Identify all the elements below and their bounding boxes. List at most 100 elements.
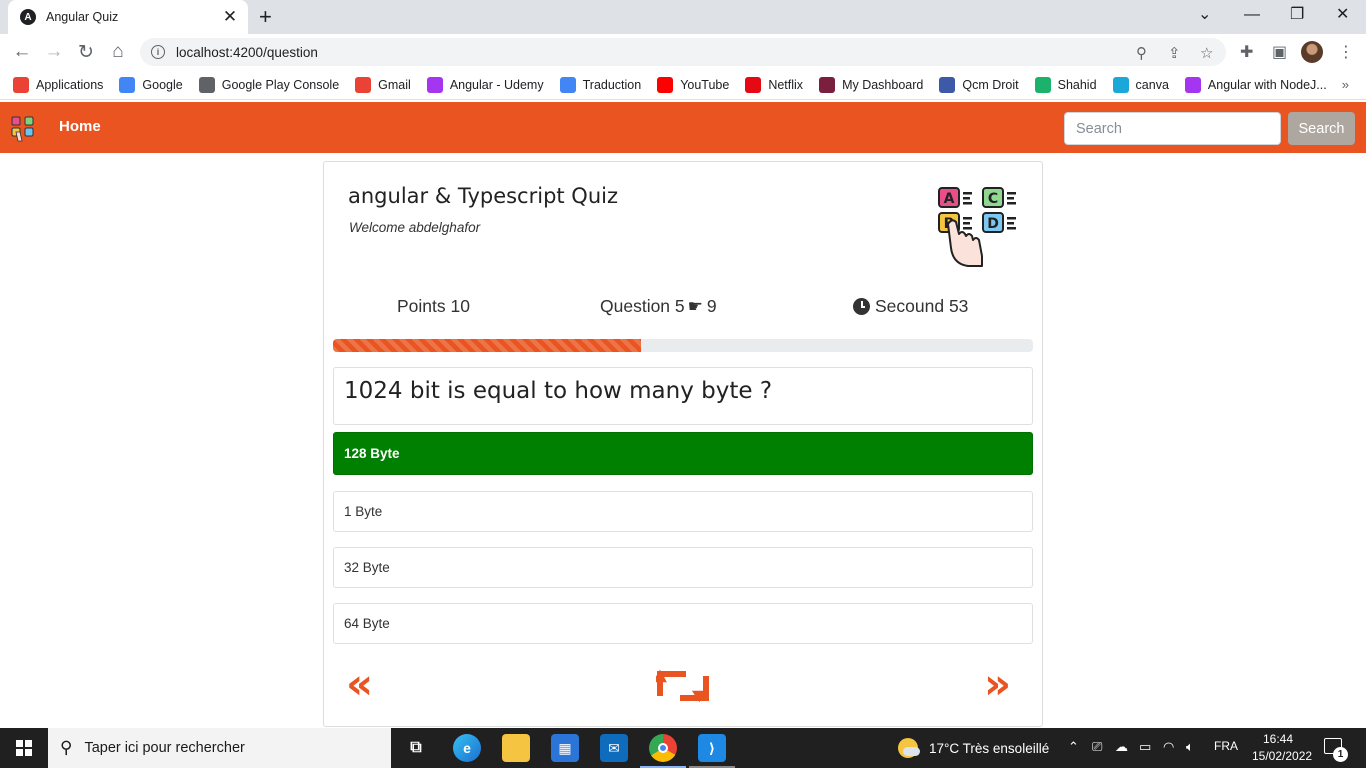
bookmark-label: Netflix <box>768 77 804 92</box>
forms-icon <box>939 76 956 93</box>
answer-option-3[interactable]: 32 Byte <box>333 547 1033 588</box>
bookmark-item[interactable]: canva <box>1112 76 1169 93</box>
meet-icon[interactable]: ⎚ <box>1092 739 1102 755</box>
clock-date: 15/02/2022 <box>1252 749 1313 763</box>
bookmark-label: canva <box>1135 77 1169 92</box>
forward-arrow-icon[interactable]: → <box>42 40 66 64</box>
language-indicator[interactable]: FRA <box>1214 739 1238 753</box>
minimize-button[interactable]: — <box>1244 5 1260 25</box>
restore-button[interactable]: ❐ <box>1290 5 1304 25</box>
browser-tab[interactable]: A Angular Quiz ✕ <box>8 0 248 34</box>
browser-tab-strip: A Angular Quiz ✕ + ⌄ — ❐ ✕ <box>0 0 1366 34</box>
bookmark-item[interactable]: Gmail <box>355 76 411 93</box>
taskbar-search-icon: ⚲ <box>60 738 73 757</box>
tab-search-chevron-icon[interactable]: ⌄ <box>1198 5 1211 25</box>
share-icon[interactable]: ⇪ <box>1168 44 1181 62</box>
question-text: 1024 bit is equal to how many byte ? <box>344 378 773 404</box>
points-counter: Points 10 <box>397 296 470 316</box>
bookmark-label: Google Play Console <box>221 77 340 92</box>
abcd-quiz-hand-icon: A C B D <box>938 187 1016 267</box>
bookmark-item[interactable]: Qcm Droit <box>939 76 1019 93</box>
windows-start-icon[interactable] <box>0 728 48 768</box>
search-button[interactable]: Search <box>1288 112 1355 145</box>
question-box: 1024 bit is equal to how many byte ? <box>333 367 1033 425</box>
wifi-icon[interactable]: ◠ <box>1163 739 1174 755</box>
previous-question-icon[interactable]: « <box>346 663 373 705</box>
bookmark-item[interactable]: Applications <box>13 76 104 93</box>
side-panel-icon[interactable]: ▣ <box>1272 42 1287 62</box>
bookmarks-bar: Applications Google Google Play Console Gma… <box>0 70 1366 100</box>
weather-widget[interactable]: 17°C Très ensoleillé <box>898 738 1049 758</box>
bookmark-label: Angular - Udemy <box>449 77 544 92</box>
volume-icon[interactable]: 🔈︎ <box>1186 739 1194 755</box>
clock-icon <box>853 298 870 315</box>
onedrive-cloud-icon[interactable]: ☁ <box>1115 739 1128 755</box>
site-info-icon[interactable]: i <box>151 45 165 59</box>
edge-icon[interactable]: e <box>453 734 481 762</box>
bookmark-item[interactable]: Google <box>119 76 183 93</box>
notification-count-badge: 1 <box>1333 747 1348 762</box>
timer-label: Secound 53 <box>875 296 969 316</box>
chrome-icon[interactable] <box>649 734 677 762</box>
file-explorer-icon[interactable] <box>502 734 530 762</box>
quiz-logo-icon[interactable] <box>10 114 38 142</box>
apps-grid-icon <box>13 76 29 93</box>
tray-chevron-icon[interactable]: ⌃ <box>1068 739 1079 755</box>
bookmark-item[interactable]: Angular with NodeJ... <box>1184 76 1327 93</box>
question-total: 9 <box>706 296 717 316</box>
bookmark-label: Google <box>142 77 183 92</box>
bookmark-label: My Dashboard <box>842 77 924 92</box>
nav-home-link[interactable]: Home <box>59 118 101 135</box>
store-icon[interactable]: ▦ <box>551 734 579 762</box>
google-icon <box>119 76 136 93</box>
mail-icon[interactable]: ✉ <box>600 734 628 762</box>
bookmarks-overflow-icon[interactable]: » <box>1342 77 1349 92</box>
bookmark-item[interactable]: Traduction <box>559 76 641 93</box>
bookmark-label: Applications <box>36 77 104 92</box>
bookmark-item[interactable]: Google Play Console <box>198 76 340 93</box>
tab-close-icon[interactable]: ✕ <box>222 7 238 27</box>
clock-time: 16:44 <box>1262 732 1294 746</box>
bookmark-label: Qcm Droit <box>962 77 1019 92</box>
answer-option-4[interactable]: 64 Byte <box>333 603 1033 644</box>
bookmark-label: YouTube <box>680 77 730 92</box>
bookmark-item[interactable]: YouTube <box>657 76 730 93</box>
bookmark-item[interactable]: Shahid <box>1034 76 1097 93</box>
close-window-button[interactable]: ✕ <box>1336 5 1349 25</box>
answer-option-2[interactable]: 1 Byte <box>333 491 1033 532</box>
system-clock[interactable]: 16:44 15/02/2022 <box>1252 731 1313 765</box>
bookmark-item[interactable]: Angular - Udemy <box>426 76 544 93</box>
vscode-icon[interactable]: ⟩ <box>698 734 726 762</box>
translate-icon <box>559 76 576 93</box>
back-arrow-icon[interactable]: ← <box>10 40 34 64</box>
reload-icon[interactable]: ↻ <box>74 40 98 64</box>
gmail-icon <box>355 76 372 93</box>
extensions-icon[interactable]: ✚ <box>1240 42 1253 62</box>
svg-text:A: A <box>944 191 955 207</box>
bookmark-item[interactable]: Netflix <box>745 76 804 93</box>
battery-icon[interactable]: ▭ <box>1139 739 1151 755</box>
bookmark-item[interactable]: My Dashboard <box>819 76 924 93</box>
udemy-icon <box>1184 76 1201 93</box>
next-question-icon[interactable]: » <box>984 663 1011 705</box>
restart-quiz-icon[interactable] <box>656 666 710 706</box>
task-view-icon[interactable]: ⧉ <box>402 734 430 762</box>
taskbar-search-box[interactable]: ⚲ Taper ici pour rechercher <box>48 728 391 768</box>
zoom-icon[interactable]: ⚲ <box>1136 44 1147 62</box>
bookmark-label: Shahid <box>1057 77 1097 92</box>
weather-text: 17°C Très ensoleillé <box>929 740 1050 756</box>
home-icon[interactable]: ⌂ <box>106 40 130 64</box>
new-tab-button[interactable]: + <box>259 5 272 29</box>
play-console-icon <box>198 76 215 93</box>
answer-option-1[interactable]: 128 Byte <box>333 432 1033 475</box>
windows-taskbar: ⚲ Taper ici pour rechercher ⧉ e ▦ ✉ ⟩ 17… <box>0 728 1366 768</box>
url-text: localhost:4200/question <box>176 44 318 60</box>
pointing-hand-icon: ☛ <box>687 296 703 316</box>
address-bar[interactable]: i localhost:4200/question ⚲ ⇪ ☆ <box>140 38 1226 66</box>
bookmark-star-icon[interactable]: ☆ <box>1200 44 1213 62</box>
timer: Secound 53 <box>853 296 968 317</box>
tab-title: Angular Quiz <box>46 10 119 24</box>
profile-avatar[interactable] <box>1301 41 1323 63</box>
menu-kebab-icon[interactable]: ⋮ <box>1338 42 1354 62</box>
search-input[interactable] <box>1064 112 1281 145</box>
